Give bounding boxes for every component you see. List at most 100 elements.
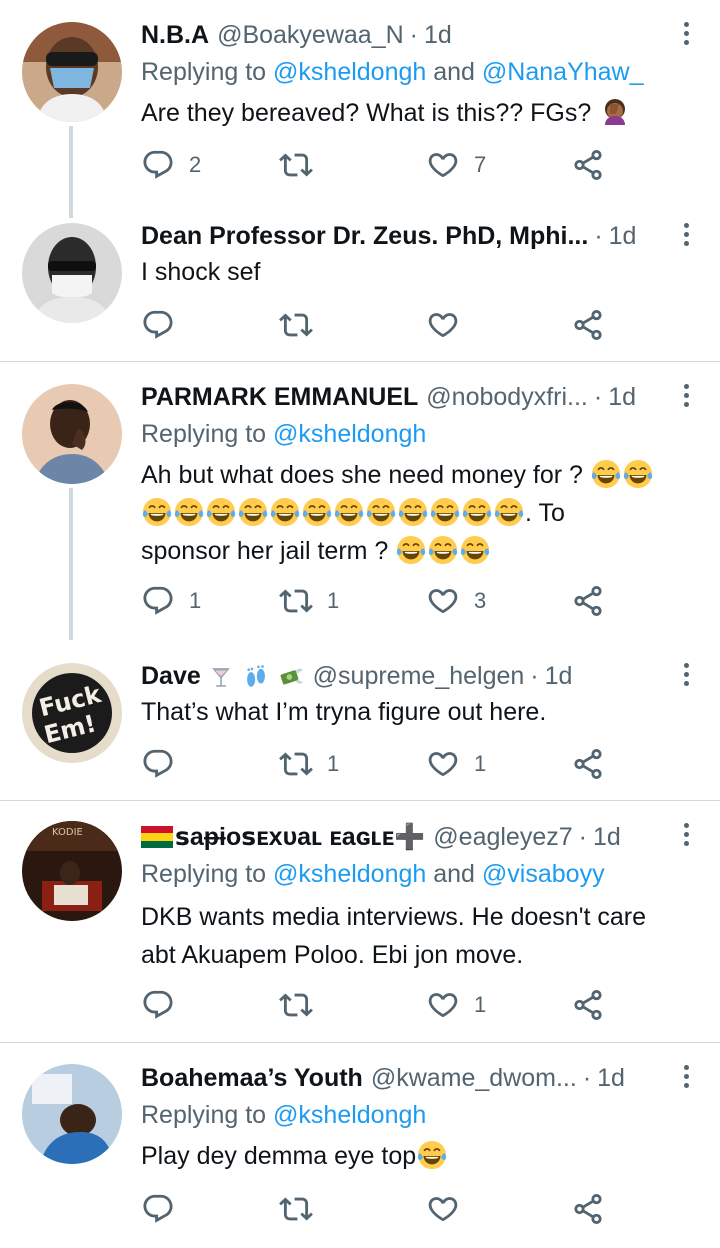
dot-separator: · [593, 382, 603, 411]
tweet-dave[interactable]: Fuck Em! Dave @supreme_helgen · 1d That’… [0, 641, 720, 800]
tweet-eagleyez[interactable]: KODIE ꜱaᵽɨoꜱᴇxᴜaʟ ᴇaɢʟᴇ➕ @eagleyez7 · 1d… [0, 801, 720, 1042]
like-button[interactable] [426, 1189, 460, 1229]
tweet-text-line: . To [141, 494, 690, 532]
author-name[interactable]: ꜱaᵽɨoꜱᴇxᴜaʟ ᴇaɢʟᴇ➕ [175, 822, 425, 852]
share-icon [571, 584, 605, 618]
author-handle[interactable]: @kwame_dwom... [371, 1064, 577, 1093]
svg-text:KODIE: KODIE [52, 827, 83, 838]
author-handle[interactable]: @nobodyxfri... [426, 383, 588, 412]
more-options-icon[interactable] [680, 823, 692, 851]
like-button[interactable] [426, 305, 460, 345]
author-name[interactable]: Dean Professor Dr. Zeus. PhD, Mphi... [141, 222, 588, 251]
tweet-actions: 1 1 [141, 744, 621, 784]
mention-link[interactable]: @ksheldongh [273, 1101, 426, 1129]
author-name[interactable]: Dave [141, 662, 201, 691]
dot-separator: · [582, 1063, 592, 1092]
more-options-icon[interactable] [680, 22, 692, 50]
tweet-time[interactable]: 1d [597, 1064, 625, 1093]
tweet-dean[interactable]: Dean Professor Dr. Zeus. PhD, Mphi... · … [0, 195, 720, 362]
author-handle[interactable]: @Boakyewaa_N [217, 21, 404, 50]
mention-link[interactable]: @ksheldongh [273, 860, 426, 888]
more-options-icon[interactable] [680, 1065, 692, 1093]
mention-link[interactable]: @ksheldongh [273, 420, 426, 448]
share-button[interactable] [571, 305, 605, 345]
share-button[interactable] [571, 145, 605, 185]
retweet-icon [279, 584, 313, 618]
more-options-icon[interactable] [680, 223, 692, 251]
author-handle[interactable]: @eagleyez7 [433, 823, 572, 852]
author-handle[interactable]: @supreme_helgen [313, 662, 525, 691]
like-button[interactable]: 1 [426, 985, 486, 1025]
retweet-icon [279, 308, 313, 342]
avatar[interactable]: KODIE [22, 821, 122, 921]
joy-emoji [417, 1140, 447, 1170]
share-icon [571, 308, 605, 342]
mention-link[interactable]: @ksheldongh [273, 58, 426, 86]
avatar[interactable] [22, 1064, 122, 1164]
tweet-boahemaa[interactable]: Boahemaa’s Youth @kwame_dwom... · 1d Rep… [0, 1043, 720, 1248]
author-name[interactable]: PARMARK EMMANUEL [141, 383, 418, 412]
tweet-time[interactable]: 1d [545, 662, 573, 691]
heart-icon [426, 1192, 460, 1226]
mention-link[interactable]: @NanaYhaw_ [482, 58, 644, 86]
tweet-text: DKB wants media interviews. He doesn't c… [141, 898, 690, 974]
tweet-time[interactable]: 1d [609, 222, 637, 251]
share-button[interactable] [571, 985, 605, 1025]
heart-icon [426, 584, 460, 618]
retweet-icon [279, 747, 313, 781]
heart-icon [426, 747, 460, 781]
mention-link[interactable]: @visaboyy [482, 860, 605, 888]
reply-button[interactable]: 1 [141, 581, 201, 621]
dot-separator: · [530, 661, 539, 690]
tweet-nba[interactable]: N.B.A @Boakyewaa_N · 1d Replying to @ksh… [0, 0, 720, 218]
replying-to: Replying to @ksheldongh and @visaboyy [141, 860, 605, 888]
reply-button[interactable] [141, 1189, 175, 1229]
avatar[interactable] [22, 223, 122, 323]
share-icon [571, 148, 605, 182]
like-count: 3 [474, 588, 487, 613]
reply-button[interactable] [141, 305, 175, 345]
like-count: 1 [474, 992, 487, 1017]
retweet-button[interactable] [279, 1189, 313, 1229]
tweet-time[interactable]: 1d [424, 21, 452, 50]
retweet-count: 1 [327, 588, 340, 613]
like-button[interactable]: 3 [426, 581, 486, 621]
retweet-button[interactable]: 1 [279, 581, 339, 621]
reply-button[interactable] [141, 744, 175, 784]
dot-separator: · [409, 20, 418, 49]
reply-icon [141, 1192, 175, 1226]
tweet-actions [141, 305, 621, 345]
reply-icon [141, 308, 175, 342]
like-count: 1 [474, 751, 487, 776]
tweet-actions [141, 1189, 621, 1229]
cocktail-glass-emoji [208, 664, 234, 690]
avatar[interactable] [22, 384, 122, 484]
author-name[interactable]: Boahemaa’s Youth [141, 1064, 363, 1093]
like-button[interactable]: 7 [426, 145, 486, 185]
more-options-icon[interactable] [680, 384, 692, 412]
like-button[interactable]: 1 [426, 744, 486, 784]
retweet-button[interactable] [279, 145, 327, 185]
tweet-parmark[interactable]: PARMARK EMMANUEL @nobodyxfri... · 1d Rep… [0, 362, 720, 641]
replying-to: Replying to @ksheldongh and @NanaYhaw_ [141, 58, 644, 86]
replying-to: Replying to @ksheldongh [141, 420, 427, 448]
retweet-button[interactable] [279, 305, 313, 345]
replying-to: Replying to @ksheldongh [141, 1101, 427, 1129]
avatar[interactable]: Fuck Em! [22, 663, 122, 763]
retweet-button[interactable]: 1 [279, 744, 339, 784]
share-button[interactable] [571, 744, 605, 784]
tweet-time[interactable]: 1d [608, 383, 636, 412]
reply-count: 2 [189, 152, 202, 177]
tweet-time[interactable]: 1d [593, 823, 621, 852]
tweet-text-line: sponsor her jail term ? [141, 532, 690, 570]
share-button[interactable] [571, 1189, 605, 1229]
more-options-icon[interactable] [680, 663, 692, 691]
share-button[interactable] [571, 581, 605, 621]
reply-button[interactable]: 2 [141, 145, 201, 185]
avatar[interactable] [22, 22, 122, 122]
retweet-button[interactable] [279, 985, 313, 1025]
retweet-icon [279, 1192, 313, 1226]
reply-button[interactable] [141, 985, 175, 1025]
joy-emoji-group [590, 461, 654, 489]
author-name[interactable]: N.B.A [141, 21, 209, 50]
